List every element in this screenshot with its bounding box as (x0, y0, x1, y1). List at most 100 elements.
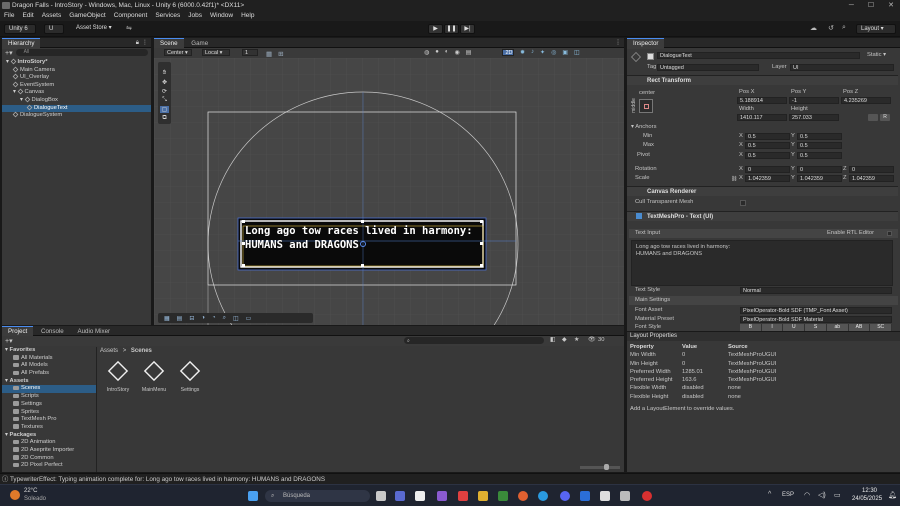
project-tree-item[interactable]: 2D Pixel Perfect (2, 462, 96, 470)
hierarchy-item[interactable]: Main Camera (2, 66, 151, 75)
font-style-button[interactable]: SC (870, 324, 893, 331)
shaded-icon[interactable]: ● (435, 49, 439, 56)
version-control-icon[interactable]: ⇋ (126, 24, 132, 32)
firefox-icon[interactable] (518, 491, 528, 501)
more-icon[interactable]: ⋮ (615, 38, 621, 48)
project-tree-item[interactable]: Settings (2, 401, 96, 409)
stats-icon[interactable]: ▤ (466, 49, 472, 56)
enable-rtl-checkbox[interactable] (887, 231, 892, 236)
space-dropdown[interactable]: Local ▾ (202, 49, 230, 56)
height-field[interactable]: 257.033 (789, 114, 839, 121)
scale-tool-icon[interactable]: ⤡ (162, 97, 167, 104)
font-asset-field[interactable]: PixelOperator-Bold SDF (TMP_Font Asset) (740, 307, 892, 314)
visual-studio-icon[interactable] (437, 491, 447, 501)
task-view-icon[interactable] (376, 491, 386, 501)
move-tool-icon[interactable]: ✥ (162, 79, 167, 86)
material-dropdown[interactable]: PixelOperator-Bold SDF Material (740, 316, 892, 323)
taskbar-search[interactable]: ⌕ Búsqueda (265, 490, 370, 502)
app-circle-icon[interactable] (642, 491, 652, 501)
language-indicator[interactable]: ESP (782, 492, 794, 498)
tmp-header[interactable]: TextMeshPro - Text (UI) (627, 211, 898, 221)
hierarchy-item[interactable]: DialogueText (2, 104, 151, 113)
lighting-icon[interactable]: ◐ (445, 49, 449, 56)
breadcrumb-scenes[interactable]: Scenes (131, 348, 152, 354)
scene-asset[interactable]: IntroStory (105, 360, 131, 393)
tab-hierarchy[interactable]: Hierarchy (2, 38, 41, 49)
lock-icon[interactable]: 🔒︎ (136, 38, 139, 48)
step-button[interactable]: ▶| (460, 24, 475, 34)
tray-chevron-icon[interactable]: ^ (768, 491, 771, 498)
fill-icon[interactable]: ◔ (212, 315, 216, 321)
search-icon[interactable]: ⌕ (842, 24, 846, 32)
menu-gameobject[interactable]: GameObject (69, 11, 106, 21)
favorite-icon[interactable]: ★ (574, 336, 579, 343)
hierarchy-item[interactable]: ▾ Canvas (2, 89, 151, 97)
cloud-icon[interactable]: ☁ (810, 24, 817, 32)
paint-icon[interactable]: ◑ (201, 315, 205, 321)
static-toggle[interactable]: Static ▾ (867, 52, 886, 59)
notepad-icon[interactable] (415, 491, 425, 501)
clock-time[interactable]: 12:30 (862, 488, 877, 494)
history-icon[interactable]: ↺ (828, 24, 834, 32)
start-icon[interactable] (248, 491, 258, 501)
rot-y-field[interactable]: 0 (797, 166, 842, 173)
layer-dropdown[interactable]: UI (790, 64, 894, 71)
grid-icon[interactable]: ▦ (266, 50, 272, 58)
effects-icon[interactable]: ✦ (540, 49, 545, 56)
grid-toggle-icon[interactable]: ▤ (177, 315, 183, 322)
foldout-arrow-icon[interactable]: ▾ (6, 59, 11, 65)
pivot-x-field[interactable]: 0.5 (745, 152, 790, 159)
teams-icon[interactable] (395, 491, 405, 501)
scene-asset[interactable]: MainMenu (141, 360, 167, 393)
app-red-icon[interactable] (458, 491, 468, 501)
select-icon[interactable]: ▭ (246, 315, 252, 322)
project-search-input[interactable]: ⌕ (404, 337, 544, 344)
hidden-packages-icon[interactable]: 👁︎ (588, 336, 596, 343)
link-icon[interactable]: ⛓︎ (731, 176, 737, 182)
project-tree-item[interactable]: ▾ Favorites (2, 347, 96, 355)
menu-component[interactable]: Component (114, 11, 148, 21)
scale-y-field[interactable]: 1.042359 (797, 175, 842, 182)
weather-icon[interactable] (10, 490, 20, 500)
camera-icon[interactable]: ◫ (574, 49, 580, 56)
text-style-dropdown[interactable]: Normal (740, 287, 892, 294)
hierarchy-search-input[interactable]: All (15, 49, 148, 56)
sphere-icon[interactable]: ◉ (455, 49, 460, 56)
minecraft-icon[interactable] (498, 491, 508, 501)
project-tree-item[interactable]: 2D Animation (2, 439, 96, 447)
hierarchy-item[interactable]: EventSystem (2, 81, 151, 90)
rotate-tool-icon[interactable]: ⟳ (162, 88, 167, 95)
snap-field[interactable]: 1 (242, 49, 258, 56)
scene-asset[interactable]: Settings (177, 360, 203, 393)
pause-button[interactable]: ❚❚ (444, 24, 459, 34)
more-icon[interactable]: ⋮ (142, 38, 148, 48)
tag-dropdown[interactable]: Untagged (657, 64, 759, 71)
project-tree-item[interactable]: TextMesh Pro (2, 416, 96, 424)
file-explorer-icon[interactable] (478, 491, 488, 501)
erase-icon[interactable]: ◫ (233, 315, 239, 322)
tile-palette-icon[interactable]: ▦ (164, 315, 170, 322)
vscode-icon[interactable] (580, 491, 590, 501)
project-tree-item[interactable]: ▾ Packages (2, 432, 96, 440)
rot-z-field[interactable]: 0 (849, 166, 894, 173)
transform-tool-icon[interactable]: ⧉ (162, 115, 166, 122)
menu-help[interactable]: Help (241, 11, 254, 21)
pos-x-field[interactable]: 5.188914 (737, 97, 787, 104)
tab-inspector[interactable]: Inspector (627, 38, 665, 49)
project-tree-item[interactable]: ▾ Assets (2, 378, 96, 386)
anchor-min-x-field[interactable]: 0.5 (745, 133, 790, 140)
hierarchy-item[interactable]: ▾ DialogBox (2, 96, 151, 105)
project-tree-item[interactable]: Scenes (2, 385, 96, 394)
menu-window[interactable]: Window (210, 11, 233, 21)
rect-tool-icon[interactable]: ▢ (159, 106, 170, 113)
asset-store-button[interactable]: Asset Store ▾ (72, 24, 122, 34)
project-tree-item[interactable]: All Prefabs (2, 370, 96, 378)
unity-editor-icon[interactable] (620, 491, 630, 501)
discord-icon[interactable] (560, 491, 570, 501)
maximize-icon[interactable]: ☐ (868, 0, 874, 11)
zoom-slider-thumb[interactable] (604, 464, 609, 470)
canvas-renderer-header[interactable]: Canvas Renderer (627, 186, 898, 196)
pos-z-field[interactable]: 4.235269 (841, 97, 891, 104)
audio-icon[interactable]: ♪ (531, 49, 534, 56)
project-tree-item[interactable]: All Models (2, 362, 96, 370)
